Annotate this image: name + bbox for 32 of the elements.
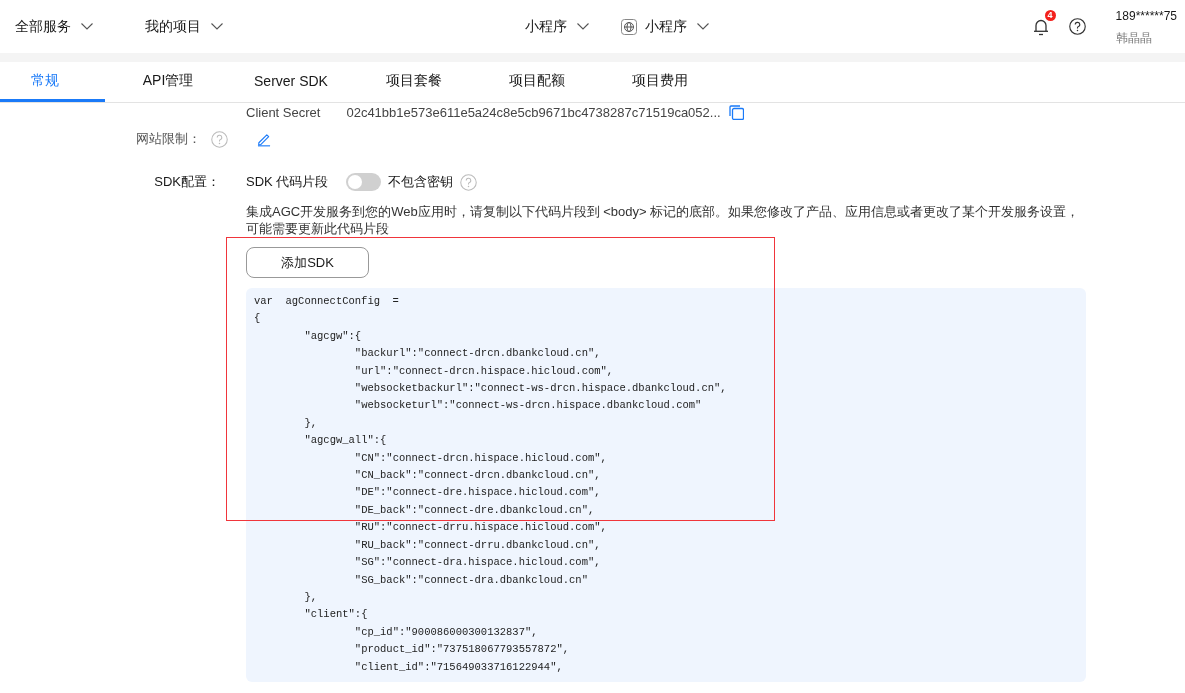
help-icon[interactable] (1068, 18, 1086, 35)
menu-dropdown[interactable]: 小程序 (525, 17, 589, 36)
client-secret-value: 02c41bb1e573e611e5a24c8e5cb9671bc4738287c71519ca052... (346, 104, 721, 120)
code-snippet: var agConnectConfig = { "agcgw":{ "backurl":"connect-drcn.dbankcloud.cn", "url":"connect-drcn.hispace.hicloud.com", "websocketbackurl":"connect-ws-drcn.hispace.dbankcloud.cn", "websocketurl":"connect-ws-drcn.hispace.dbankcloud.com" }, "agcgw_all":{ "CN":"connect-drcn.hispace.hicloud.com", "CN_back":"connect-drcn.dbankcloud.cn", "DE":"connect-dre.hispace.hicloud.com", "DE_back":"connect-dre.dbankcloud.cn", "RU":"connect-drru.hispace.hicloud.com", "RU_back":"connect-drru.dbankcloud.cn", "SG":"connect-dra.hispace.hicloud.com", "SG_back":"connect-dra.dbankcloud.cn" }, "client":{ "cp_id":"900086000300132837", "product_id":"737518067793557872", "client_id":"715649033716122944", (246, 288, 1086, 682)
user-name: 韩晶晶 (1115, 29, 1153, 47)
chevron-down-icon (577, 23, 589, 30)
copy-icon[interactable] (728, 104, 744, 120)
toggle-label: 不包含密钥 (388, 173, 454, 191)
sdk-description: 集成AGC开发服务到您的Web应用时，请复制以下代码片段到 <body> 标记的底部。如果您修改了产品、应用信息或者更改了某个开发服务设置，可能需要更新此代码片段 (246, 203, 1081, 237)
chevron-down-icon (81, 23, 93, 30)
tab[interactable]: 项目配额 (492, 62, 597, 102)
chevron-down-icon (697, 23, 709, 30)
site-restriction-label: 网站限制： (136, 130, 201, 148)
client-secret-label: Client Secret (246, 104, 321, 120)
include-key-toggle[interactable] (346, 173, 382, 191)
tab[interactable]: 项目费用 (615, 62, 720, 102)
pencil-icon[interactable] (257, 131, 271, 147)
tab[interactable]: API管理 (123, 62, 228, 102)
sdk-config-label: SDK配置： (154, 173, 220, 191)
tab[interactable]: 常规 (0, 62, 105, 102)
sdk-snippet-label: SDK 代码片段 (246, 173, 329, 191)
menu-dropdown[interactable]: 全部服务 (15, 17, 93, 36)
user-account[interactable]: 189******75 (1115, 8, 1177, 23)
menu-dropdown[interactable]: 我的项目 (145, 17, 223, 36)
globe-icon (621, 18, 637, 35)
bell-icon[interactable] (1032, 17, 1049, 36)
notification-badge: 4 (1044, 9, 1056, 21)
chevron-down-icon (211, 23, 223, 30)
add-sdk-button[interactable]: 添加SDK (246, 247, 369, 278)
menu-dropdown[interactable]: 小程序 (621, 17, 709, 36)
tab[interactable]: 项目套餐 (369, 62, 474, 102)
tab[interactable]: Server SDK (246, 62, 351, 102)
